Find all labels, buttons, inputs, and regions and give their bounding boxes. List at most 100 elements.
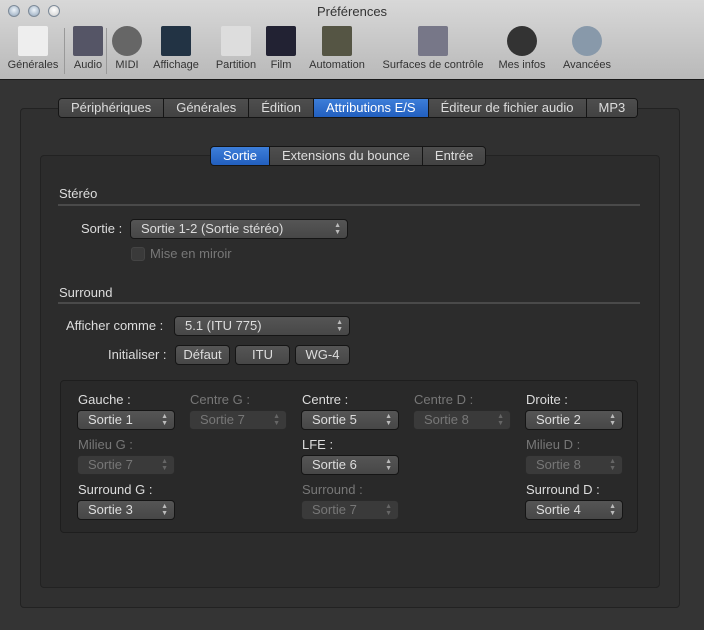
divider xyxy=(58,204,640,206)
updown-arrows-icon: ▲ ▼ xyxy=(609,413,616,427)
channel-value: Sortie 4 xyxy=(536,502,581,517)
switch-icon xyxy=(18,26,48,56)
stereo-output-value: Sortie 1-2 (Sortie stéréo) xyxy=(141,221,284,236)
channel-select: Sortie 7 ▲ ▼ xyxy=(189,410,287,430)
toolbar-générales[interactable]: Générales xyxy=(4,26,62,71)
tab-3[interactable]: Attributions E/S xyxy=(313,99,429,117)
gear-icon xyxy=(572,26,602,56)
stereo-output-select[interactable]: Sortie 1-2 (Sortie stéréo) ▲ ▼ xyxy=(130,219,348,239)
channel-value: Sortie 8 xyxy=(424,412,469,427)
updown-arrows-icon: ▲ ▼ xyxy=(161,503,168,517)
toolbar-surfaces-de-contrôle[interactable]: Surfaces de contrôle xyxy=(376,26,490,71)
channel-select[interactable]: Sortie 3 ▲ ▼ xyxy=(77,500,175,520)
updown-arrows-icon: ▲ ▼ xyxy=(161,413,168,427)
subtab-0[interactable]: Sortie xyxy=(211,147,270,165)
updown-arrows-icon: ▲ ▼ xyxy=(385,458,392,472)
tab-1[interactable]: Générales xyxy=(164,99,250,117)
tab-4[interactable]: Éditeur de fichier audio xyxy=(428,99,587,117)
updown-arrows-icon: ▲ ▼ xyxy=(334,222,341,236)
channel-select[interactable]: Sortie 2 ▲ ▼ xyxy=(525,410,623,430)
toolbar-label: Automation xyxy=(309,59,365,71)
itu-button[interactable]: ITU xyxy=(235,345,290,365)
updown-arrows-icon: ▲ ▼ xyxy=(609,503,616,517)
toolbar-label: Surfaces de contrôle xyxy=(382,59,484,71)
channel-value: Sortie 7 xyxy=(200,412,245,427)
toolbar-audio[interactable]: Audio xyxy=(70,26,106,71)
midi-connector-icon xyxy=(112,26,142,56)
channel-select[interactable]: Sortie 5 ▲ ▼ xyxy=(301,410,399,430)
toolbar-film[interactable]: Film xyxy=(264,26,298,71)
updown-arrows-icon: ▲ ▼ xyxy=(385,413,392,427)
mirror-checkbox[interactable] xyxy=(131,247,145,261)
sub-tabs: Sortie Extensions du bounce Entrée xyxy=(210,146,487,166)
toolbar-label: Partition xyxy=(215,59,257,71)
tab-5[interactable]: MP3 xyxy=(586,99,638,117)
person-icon xyxy=(507,26,537,56)
automation-curve-icon xyxy=(322,26,352,56)
music-notes-icon xyxy=(221,26,251,56)
channel-label: Centre D : xyxy=(414,392,474,407)
toolbar-label: Affichage xyxy=(153,59,199,71)
toolbar-separator xyxy=(106,28,107,74)
channel-value: Sortie 6 xyxy=(312,457,357,472)
toolbar-separator xyxy=(64,28,65,74)
tab-0[interactable]: Périphériques xyxy=(59,99,165,117)
channel-label: Surround G : xyxy=(78,482,153,497)
toolbar-partition[interactable]: Partition xyxy=(212,26,260,71)
updown-arrows-icon: ▲ ▼ xyxy=(273,413,280,427)
channel-select: Sortie 7 ▲ ▼ xyxy=(301,500,399,520)
surround-section-title: Surround xyxy=(59,285,113,300)
updown-arrows-icon: ▲ ▼ xyxy=(609,458,616,472)
display-as-label: Afficher comme : xyxy=(66,318,164,333)
channel-label: Centre G : xyxy=(190,392,250,407)
updown-arrows-icon: ▲ ▼ xyxy=(385,503,392,517)
channel-value: Sortie 2 xyxy=(536,412,581,427)
toolbar-midi[interactable]: MIDI xyxy=(112,26,142,71)
toolbar-automation[interactable]: Automation xyxy=(302,26,372,71)
divider xyxy=(58,302,640,304)
stereo-output-label: Sortie : xyxy=(81,221,123,236)
channel-label: Surround D : xyxy=(526,482,600,497)
toolbar-avancées[interactable]: Avancées xyxy=(558,26,616,71)
display-as-value: 5.1 (ITU 775) xyxy=(185,318,262,333)
channel-label: Milieu G : xyxy=(78,437,133,452)
channel-select[interactable]: Sortie 6 ▲ ▼ xyxy=(301,455,399,475)
default-button[interactable]: Défaut xyxy=(175,345,230,365)
waveform-icon xyxy=(73,26,103,56)
toolbar-label: Avancées xyxy=(562,59,612,71)
subtab-2[interactable]: Entrée xyxy=(422,147,486,165)
channel-label: Milieu D : xyxy=(526,437,581,452)
subtab-1[interactable]: Extensions du bounce xyxy=(269,147,423,165)
stereo-section-title: Stéréo xyxy=(59,186,98,201)
toolbar-label: Générales xyxy=(7,59,59,71)
toolbar-label: MIDI xyxy=(115,59,139,71)
updown-arrows-icon: ▲ ▼ xyxy=(497,413,504,427)
main-tabs: Périphériques Générales Édition Attribution… xyxy=(58,98,639,118)
toolbar-label: Film xyxy=(270,59,292,71)
updown-arrows-icon: ▲ ▼ xyxy=(161,458,168,472)
wg4-button[interactable]: WG-4 xyxy=(295,345,350,365)
tab-2[interactable]: Édition xyxy=(249,99,314,117)
channel-label: LFE : xyxy=(302,437,334,452)
channel-value: Sortie 8 xyxy=(536,457,581,472)
toolbar-label: Audio xyxy=(73,59,103,71)
mirror-label: Mise en miroir xyxy=(150,246,232,261)
channel-label: Gauche : xyxy=(78,392,131,407)
toolbar-affichage[interactable]: Affichage xyxy=(148,26,204,71)
toolbar-label: Mes infos xyxy=(498,59,546,71)
channel-value: Sortie 7 xyxy=(312,502,357,517)
channel-select[interactable]: Sortie 4 ▲ ▼ xyxy=(525,500,623,520)
faders-icon xyxy=(418,26,448,56)
toolbar-mes-infos[interactable]: Mes infos xyxy=(494,26,550,71)
channel-value: Sortie 1 xyxy=(88,412,133,427)
channel-value: Sortie 7 xyxy=(88,457,133,472)
monitor-icon xyxy=(161,26,191,56)
channel-label: Droite : xyxy=(526,392,568,407)
window-title: Préférences xyxy=(316,4,388,19)
updown-arrows-icon: ▲ ▼ xyxy=(336,319,343,333)
channel-select[interactable]: Sortie 1 ▲ ▼ xyxy=(77,410,175,430)
channel-label: Centre : xyxy=(302,392,349,407)
channel-select: Sortie 7 ▲ ▼ xyxy=(77,455,175,475)
display-as-select[interactable]: 5.1 (ITU 775) ▲ ▼ xyxy=(174,316,350,336)
channel-value: Sortie 5 xyxy=(312,412,357,427)
